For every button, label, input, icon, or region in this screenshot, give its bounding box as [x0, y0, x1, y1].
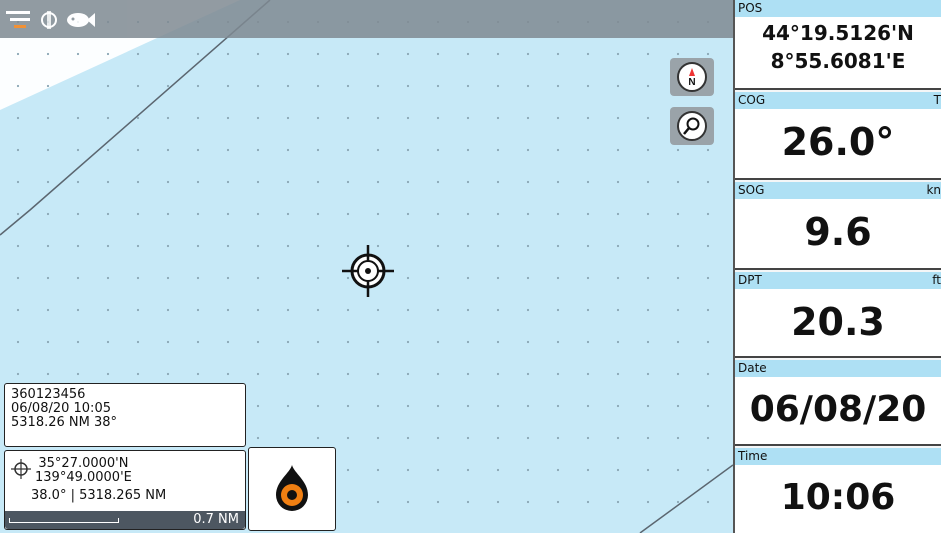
cursor-info-box[interactable]: 35°27.0000'N 139°49.0000'E 38.0° | 5318.…: [4, 450, 246, 530]
vessel-distance-bearing: 5318.26 NM 38°: [11, 415, 118, 430]
sog-unit: kn: [926, 183, 941, 197]
fish-icon: [67, 13, 95, 27]
cursor-bearing-distance: 38.0° | 5318.265 NM: [31, 488, 167, 503]
man-overboard-icon: [276, 465, 308, 511]
cog-label: COG: [738, 93, 766, 107]
pos-cell[interactable]: POS 44°19.5126'N 8°55.6081'E: [735, 0, 941, 90]
cog-unit: T: [933, 93, 941, 107]
north-label: N: [688, 77, 695, 88]
scale-bar: 0.7 NM: [5, 511, 245, 529]
dpt-cell[interactable]: DPT ft 20.3: [735, 272, 941, 358]
scale-bar-graphic: [9, 518, 119, 523]
date-value: 06/08/20: [749, 389, 927, 430]
gps-satellite-icon: [41, 11, 57, 29]
cursor-latitude: 35°27.0000'N: [38, 456, 129, 471]
cog-value: 26.0°: [781, 120, 895, 164]
cursor-crosshair-icon: [11, 459, 31, 479]
menu-icon[interactable]: [6, 9, 32, 31]
time-label: Time: [735, 448, 941, 465]
cog-cell[interactable]: COG T 26.0°: [735, 92, 941, 180]
status-bar: [0, 0, 733, 38]
pos-longitude: 8°55.6081'E: [770, 49, 906, 73]
dpt-unit: ft: [932, 273, 941, 287]
dpt-label: DPT: [738, 273, 762, 287]
dpt-value: 20.3: [791, 300, 885, 344]
compass-icon: N: [677, 62, 707, 92]
man-overboard-button[interactable]: [248, 447, 336, 531]
vessel-info-box[interactable]: 360123456 06/08/20 10:05 5318.26 NM 38°: [4, 383, 246, 447]
time-cell[interactable]: Time 10:06: [735, 448, 941, 533]
pos-latitude: 44°19.5126'N: [762, 21, 914, 45]
pos-label: POS: [735, 0, 941, 17]
vessel-datetime: 06/08/20 10:05: [11, 401, 111, 416]
chart-map[interactable]: N 360123456 06/08/20 10:05 5318.26 NM 38…: [0, 0, 733, 533]
magnifier-icon: [677, 111, 707, 141]
north-up-button[interactable]: N: [670, 58, 714, 96]
zoom-button[interactable]: [670, 107, 714, 145]
sog-cell[interactable]: SOG kn 9.6: [735, 182, 941, 270]
sog-label: SOG: [738, 183, 765, 197]
date-cell[interactable]: Date 06/08/20: [735, 360, 941, 446]
depth-contour-lower: [639, 464, 733, 533]
sog-value: 9.6: [804, 210, 872, 254]
scale-label: 0.7 NM: [193, 512, 239, 527]
date-label: Date: [735, 360, 941, 377]
data-panel: POS 44°19.5126'N 8°55.6081'E COG T 26.0° …: [733, 0, 941, 533]
crosshair-cursor-icon[interactable]: [340, 243, 396, 299]
time-value: 10:06: [780, 477, 896, 518]
vessel-mmsi: 360123456: [11, 387, 86, 402]
cursor-longitude: 139°49.0000'E: [35, 470, 132, 485]
